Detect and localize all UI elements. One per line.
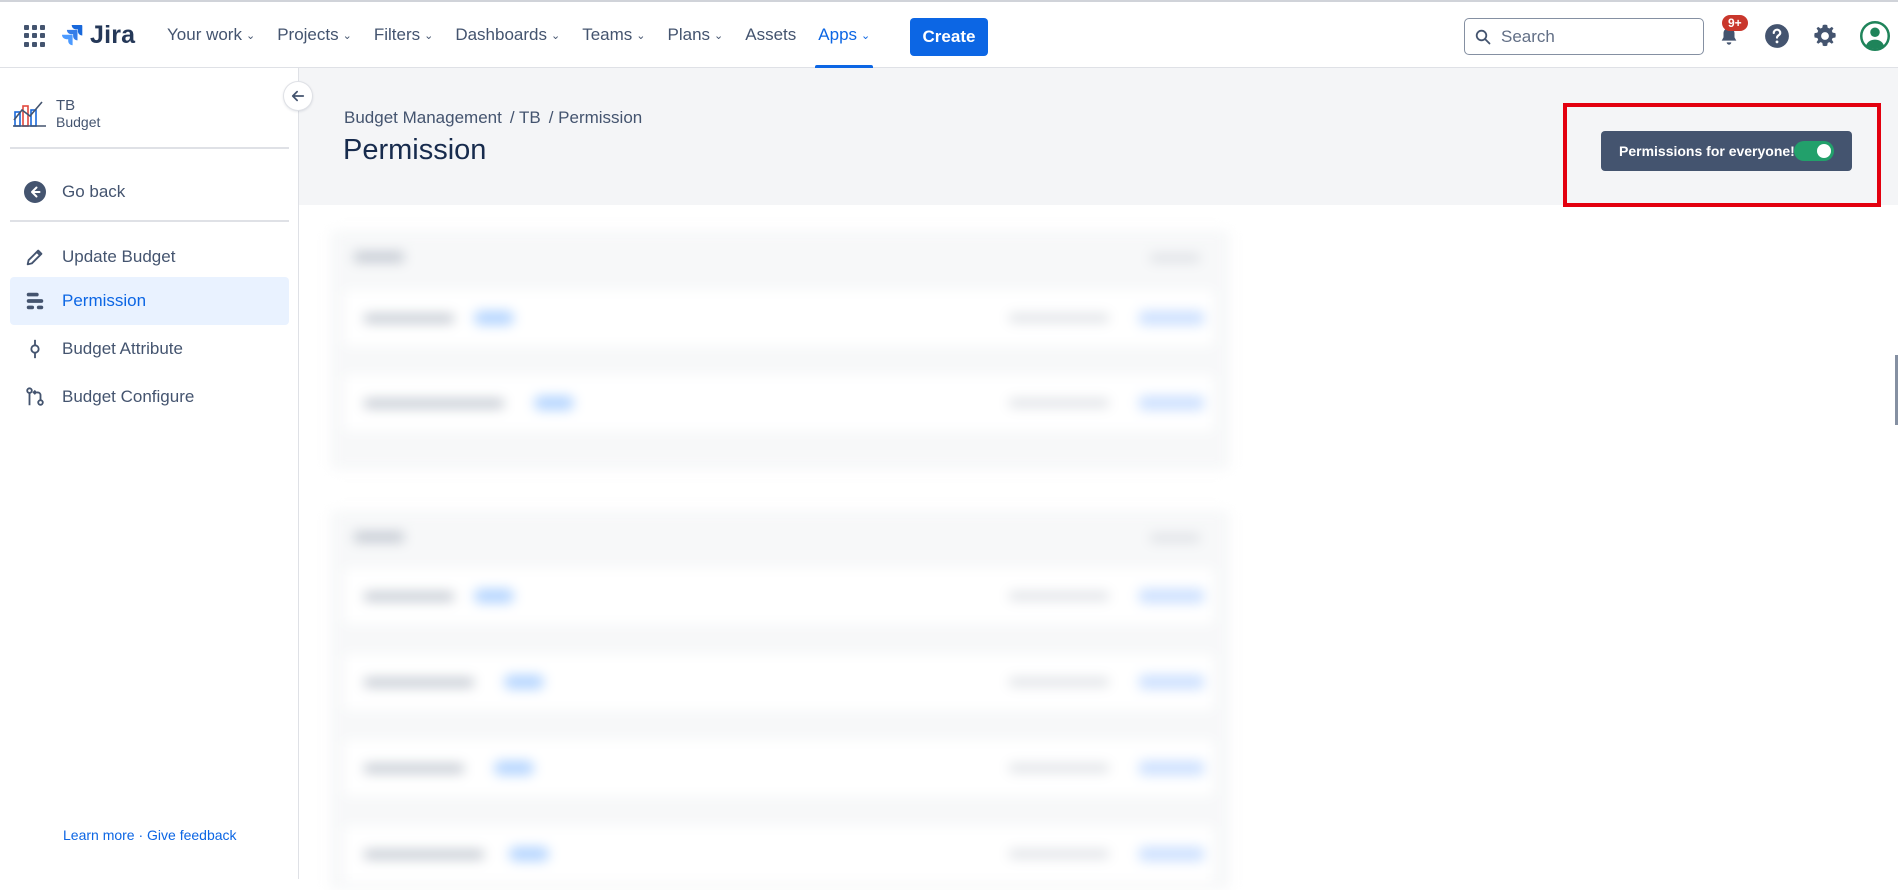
footer-separator: ·: [134, 827, 148, 843]
settings-button[interactable]: [1810, 21, 1840, 51]
create-button[interactable]: Create: [910, 18, 988, 56]
sidebar-item-label: Permission: [62, 291, 147, 310]
sidebar-item-label: Update Budget: [62, 247, 176, 266]
sidebar-item-update-budget[interactable]: Update Budget: [10, 233, 289, 281]
sidebar-item-label: Budget Configure: [62, 387, 195, 406]
nav-label: Plans: [667, 25, 711, 44]
give-feedback-link[interactable]: Give feedback: [147, 827, 237, 843]
nav-label: Apps: [818, 25, 858, 44]
sidebar-item-budget-attribute[interactable]: Budget Attribute: [10, 325, 289, 373]
divider: [10, 220, 289, 222]
nav-projects[interactable]: Projects ⌄: [266, 2, 363, 68]
sidebar-footer: Learn more · Give feedback: [63, 827, 237, 843]
breadcrumb-item[interactable]: Budget Management: [344, 108, 502, 128]
chevron-down-icon: ⌄: [861, 29, 871, 42]
go-back-button[interactable]: Go back: [10, 168, 289, 216]
nav-label: Your work: [167, 25, 242, 44]
configure-icon: [20, 386, 50, 408]
toggle-label: Permissions for everyone!: [1619, 143, 1795, 159]
breadcrumb-item[interactable]: / TB: [510, 108, 541, 128]
project-name: TB: [56, 97, 76, 114]
chevron-down-icon: ⌄: [245, 29, 256, 42]
nav-label: Projects: [277, 25, 339, 44]
nav-plans[interactable]: Plans ⌄: [657, 2, 735, 68]
nav-label: Dashboards: [455, 25, 547, 44]
chevron-down-icon: ⌄: [636, 29, 646, 42]
project-type: Budget: [56, 114, 101, 130]
project-header[interactable]: TB Budget: [12, 98, 100, 130]
nav-label: Filters: [373, 25, 421, 44]
logo-text: Jira: [90, 20, 136, 49]
sidebar-item-label: Budget Attribute: [62, 339, 183, 358]
search-icon: [1475, 29, 1491, 44]
breadcrumb: Budget Management / TB / Permission: [344, 108, 642, 128]
nav-teams[interactable]: Teams ⌄: [571, 2, 656, 68]
divider: [10, 147, 289, 149]
notification-badge: 9+: [1722, 15, 1748, 31]
collapse-sidebar-button[interactable]: [284, 82, 312, 110]
nav-label: Teams: [582, 25, 633, 44]
chevron-down-icon: ⌄: [342, 29, 352, 42]
profile-icon: [1860, 21, 1890, 51]
search-input[interactable]: [1499, 25, 1683, 48]
permission-icon: [20, 290, 50, 312]
sidebar: TB Budget Go back Update Budget Permissi…: [0, 68, 299, 879]
permissions-for-everyone-toggle[interactable]: Permissions for everyone!: [1601, 131, 1852, 171]
nav-label: Assets: [745, 25, 797, 44]
nav-assets[interactable]: Assets: [734, 2, 807, 68]
toggle-switch[interactable]: [1794, 141, 1834, 161]
sidebar-item-permission[interactable]: Permission: [10, 277, 289, 325]
learn-more-link[interactable]: Learn more: [63, 827, 135, 843]
app-switcher-icon[interactable]: [24, 25, 46, 47]
go-back-label: Go back: [62, 182, 126, 201]
help-button[interactable]: [1762, 21, 1792, 51]
nav-apps[interactable]: Apps ⌄: [807, 2, 881, 68]
nav-your-work[interactable]: Your work ⌄: [156, 2, 266, 68]
pencil-icon: [20, 246, 50, 268]
arrow-left-circle-icon: [20, 180, 50, 204]
chevron-down-icon: ⌄: [714, 29, 724, 42]
settings-icon: [1814, 24, 1836, 47]
page-title: Permission: [343, 134, 487, 166]
breadcrumb-item[interactable]: / Permission: [549, 108, 643, 128]
search-field[interactable]: [1464, 18, 1704, 55]
chevron-down-icon: ⌄: [424, 29, 434, 42]
sidebar-item-budget-configure[interactable]: Budget Configure: [10, 373, 289, 421]
top-navigation: Jira Your work ⌄ Projects ⌄ Filters ⌄ Dashb…: [0, 0, 1898, 68]
permission-card: [330, 510, 1230, 890]
budget-chart-icon: [13, 101, 46, 127]
arrow-left-icon: [291, 90, 305, 102]
jira-mark-icon: [62, 25, 83, 46]
chevron-down-icon: ⌄: [551, 29, 561, 42]
nav-filters[interactable]: Filters ⌄: [363, 2, 445, 68]
profile-button[interactable]: [1860, 21, 1890, 51]
attribute-icon: [20, 338, 50, 360]
permission-card: [330, 230, 1230, 470]
jira-logo[interactable]: Jira: [60, 18, 135, 52]
help-icon: [1765, 24, 1789, 48]
blurred-permission-content: [330, 220, 1240, 890]
primary-nav: Your work ⌄ Projects ⌄ Filters ⌄ Dashboards…: [156, 2, 881, 68]
nav-dashboards[interactable]: Dashboards ⌄: [444, 2, 571, 68]
